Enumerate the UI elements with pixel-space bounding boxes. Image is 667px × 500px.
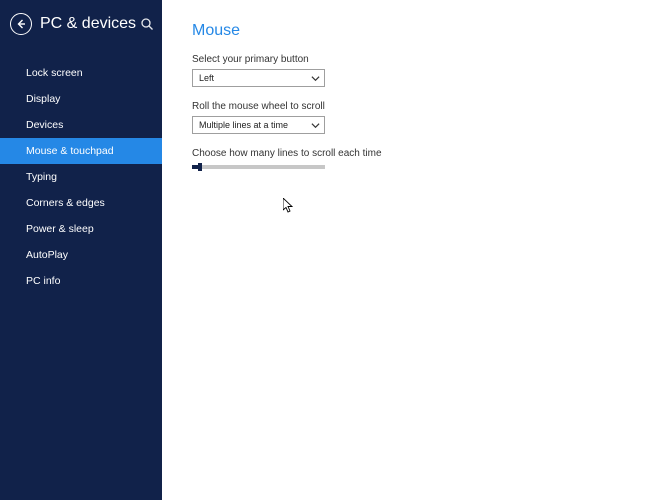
chevron-down-icon [311,75,320,82]
slider-thumb[interactable] [198,163,202,171]
scroll-wheel-dropdown[interactable]: Multiple lines at a time [192,116,325,134]
scroll-lines-slider[interactable] [192,165,325,169]
primary-button-label: Select your primary button [192,54,637,65]
sidebar-items: Lock screenDisplayDevicesMouse & touchpa… [0,48,162,294]
sidebar-item-power-sleep[interactable]: Power & sleep [0,216,162,242]
sidebar-item-lock-screen[interactable]: Lock screen [0,60,162,86]
back-button[interactable] [10,13,32,35]
primary-button-setting: Select your primary button Left [192,54,637,87]
primary-button-value: Left [199,73,214,83]
scroll-lines-label: Choose how many lines to scroll each tim… [192,148,637,159]
scroll-lines-setting: Choose how many lines to scroll each tim… [192,148,637,169]
back-arrow-icon [15,18,27,30]
sidebar-item-pc-info[interactable]: PC info [0,268,162,294]
chevron-down-icon [311,122,320,129]
sidebar-item-corners-edges[interactable]: Corners & edges [0,190,162,216]
search-icon[interactable] [140,17,154,31]
header-title: PC & devices [40,15,140,33]
scroll-wheel-label: Roll the mouse wheel to scroll [192,101,637,112]
sidebar: PC & devices Lock screenDisplayDevicesMo… [0,0,162,500]
scroll-wheel-value: Multiple lines at a time [199,120,288,130]
scroll-wheel-setting: Roll the mouse wheel to scroll Multiple … [192,101,637,134]
sidebar-header: PC & devices [0,0,162,48]
primary-button-dropdown[interactable]: Left [192,69,325,87]
main-content: Mouse Select your primary button Left Ro… [162,0,667,500]
sidebar-item-devices[interactable]: Devices [0,112,162,138]
sidebar-item-display[interactable]: Display [0,86,162,112]
sidebar-item-mouse-touchpad[interactable]: Mouse & touchpad [0,138,162,164]
sidebar-item-typing[interactable]: Typing [0,164,162,190]
sidebar-item-autoplay[interactable]: AutoPlay [0,242,162,268]
page-title: Mouse [192,22,637,40]
